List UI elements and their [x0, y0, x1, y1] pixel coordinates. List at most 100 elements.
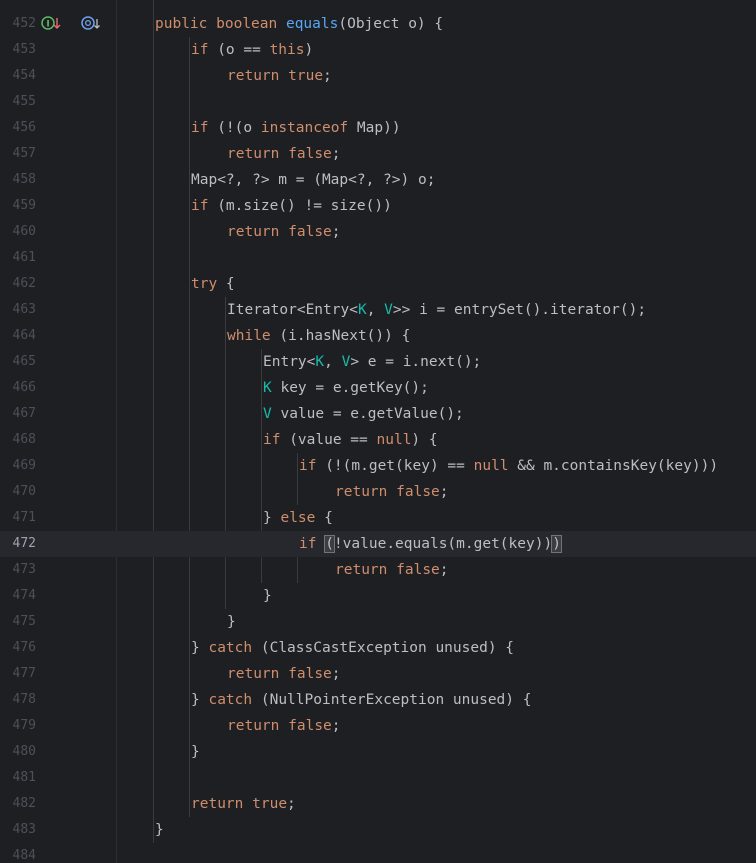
code-text[interactable]: }: [263, 583, 272, 609]
code-line[interactable]: 477 return false;: [0, 661, 756, 687]
code-line[interactable]: 464 while (i.hasNext()) {: [0, 323, 756, 349]
line-number[interactable]: 476: [0, 635, 36, 661]
line-number[interactable]: 478: [0, 687, 36, 713]
code-line[interactable]: 457 return false;: [0, 141, 756, 167]
code-text[interactable]: return true;: [191, 791, 296, 817]
line-number[interactable]: 455: [0, 89, 36, 115]
code-text[interactable]: if (!(o instanceof Map)): [191, 115, 401, 141]
code-text[interactable]: Iterator<Entry<K, V>> i = entrySet().ite…: [227, 297, 646, 323]
line-number[interactable]: 481: [0, 765, 36, 791]
code-text[interactable]: if (value == null) {: [263, 427, 438, 453]
line-number[interactable]: 484: [0, 843, 36, 863]
code-text[interactable]: Entry<K, V> e = i.next();: [263, 349, 481, 375]
code-line[interactable]: 459 if (m.size() != size()): [0, 193, 756, 219]
code-line[interactable]: 467 V value = e.getValue();: [0, 401, 756, 427]
code-token: && m.containsKey(key))): [508, 458, 719, 474]
code-text[interactable]: if (m.size() != size()): [191, 193, 392, 219]
code-text[interactable]: return false;: [335, 479, 449, 505]
line-number[interactable]: 477: [0, 661, 36, 687]
line-number[interactable]: 453: [0, 37, 36, 63]
code-text[interactable]: } else {: [263, 505, 333, 531]
line-number[interactable]: 456: [0, 115, 36, 141]
code-text[interactable]: return false;: [227, 661, 341, 687]
code-line[interactable]: 476 } catch (ClassCastException unused) {: [0, 635, 756, 661]
code-line[interactable]: 479 return false;: [0, 713, 756, 739]
code-line[interactable]: 462 try {: [0, 271, 756, 297]
code-text[interactable]: return false;: [227, 713, 341, 739]
code-line[interactable]: 475}: [0, 609, 756, 635]
line-number[interactable]: 469: [0, 453, 36, 479]
line-number[interactable]: 457: [0, 141, 36, 167]
code-text[interactable]: if (!(m.get(key) == null && m.containsKe…: [299, 453, 718, 479]
code-line[interactable]: 468 if (value == null) {: [0, 427, 756, 453]
code-text[interactable]: return false;: [227, 219, 341, 245]
code-text[interactable]: return false;: [335, 557, 449, 583]
code-text[interactable]: return true;: [227, 63, 332, 89]
line-number[interactable]: 461: [0, 245, 36, 271]
code-text[interactable]: if (!value.equals(m.get(key))): [299, 531, 562, 557]
implementation-marker-icon[interactable]: I: [41, 13, 63, 35]
line-number[interactable]: 462: [0, 271, 36, 297]
code-text[interactable]: V value = e.getValue();: [263, 401, 464, 427]
code-line[interactable]: 472 if (!value.equals(m.get(key))): [0, 531, 756, 557]
line-number[interactable]: 454: [0, 63, 36, 89]
line-number[interactable]: 475: [0, 609, 36, 635]
code-line[interactable]: 453 if (o == this): [0, 37, 756, 63]
code-text[interactable]: K key = e.getKey();: [263, 375, 429, 401]
code-line[interactable]: 465 Entry<K, V> e = i.next();: [0, 349, 756, 375]
code-line[interactable]: 463 Iterator<Entry<K, V>> i = entrySet().…: [0, 297, 756, 323]
code-line[interactable]: 458 Map<?, ?> m = (Map<?, ?>) o;: [0, 167, 756, 193]
code-text[interactable]: } catch (NullPointerException unused) {: [191, 687, 531, 713]
code-token: ;: [331, 666, 341, 682]
code-line[interactable]: 482 return true;: [0, 791, 756, 817]
code-line[interactable]: 454 return true;: [0, 63, 756, 89]
line-number[interactable]: 463: [0, 297, 36, 323]
code-line[interactable]: 471 } else {: [0, 505, 756, 531]
line-number[interactable]: 483: [0, 817, 36, 843]
code-line[interactable]: 478 } catch (NullPointerException unused)…: [0, 687, 756, 713]
code-line[interactable]: 466 K key = e.getKey();: [0, 375, 756, 401]
line-number[interactable]: 458: [0, 167, 36, 193]
code-line[interactable]: 455: [0, 89, 756, 115]
line-number[interactable]: 472: [0, 531, 36, 557]
line-number[interactable]: 464: [0, 323, 36, 349]
code-line[interactable]: 473 return false;: [0, 557, 756, 583]
line-number[interactable]: 479: [0, 713, 36, 739]
code-line[interactable]: 481: [0, 765, 756, 791]
line-number[interactable]: 473: [0, 557, 36, 583]
line-number[interactable]: 466: [0, 375, 36, 401]
code-text[interactable]: if (o == this): [191, 37, 313, 63]
line-number[interactable]: 482: [0, 791, 36, 817]
code-line[interactable]: 469 if (!(m.get(key) == null && m.contain…: [0, 453, 756, 479]
line-number[interactable]: 460: [0, 219, 36, 245]
line-number[interactable]: 452: [0, 11, 36, 37]
code-line[interactable]: 474}: [0, 583, 756, 609]
code-text[interactable]: }: [155, 817, 164, 843]
line-number[interactable]: 465: [0, 349, 36, 375]
line-number[interactable]: 470: [0, 479, 36, 505]
code-text[interactable]: return false;: [227, 141, 341, 167]
code-line[interactable]: 456 if (!(o instanceof Map)): [0, 115, 756, 141]
code-text[interactable]: } catch (ClassCastException unused) {: [191, 635, 514, 661]
method-override-icon[interactable]: [80, 13, 102, 35]
code-line[interactable]: 460 return false;: [0, 219, 756, 245]
line-number[interactable]: 471: [0, 505, 36, 531]
line-number[interactable]: 474: [0, 583, 36, 609]
code-text[interactable]: Map<?, ?> m = (Map<?, ?>) o;: [191, 167, 435, 193]
code-line[interactable]: 461: [0, 245, 756, 271]
line-number[interactable]: 480: [0, 739, 36, 765]
code-line[interactable]: 452 public boolean equals(Object o) {: [0, 11, 756, 37]
code-line[interactable]: 470 return false;: [0, 479, 756, 505]
code-text[interactable]: try {: [191, 271, 235, 297]
line-number[interactable]: 467: [0, 401, 36, 427]
code-line[interactable]: 483}: [0, 817, 756, 843]
line-number[interactable]: 459: [0, 193, 36, 219]
code-line[interactable]: 480}: [0, 739, 756, 765]
code-text[interactable]: while (i.hasNext()) {: [227, 323, 410, 349]
code-text[interactable]: }: [191, 739, 200, 765]
code-editor[interactable]: 452 public boolean equals(Object o) { 453 i…: [0, 0, 756, 863]
code-text[interactable]: public boolean equals(Object o) {: [155, 11, 443, 37]
code-line[interactable]: 484: [0, 843, 756, 863]
line-number[interactable]: 468: [0, 427, 36, 453]
code-text[interactable]: }: [227, 609, 236, 635]
